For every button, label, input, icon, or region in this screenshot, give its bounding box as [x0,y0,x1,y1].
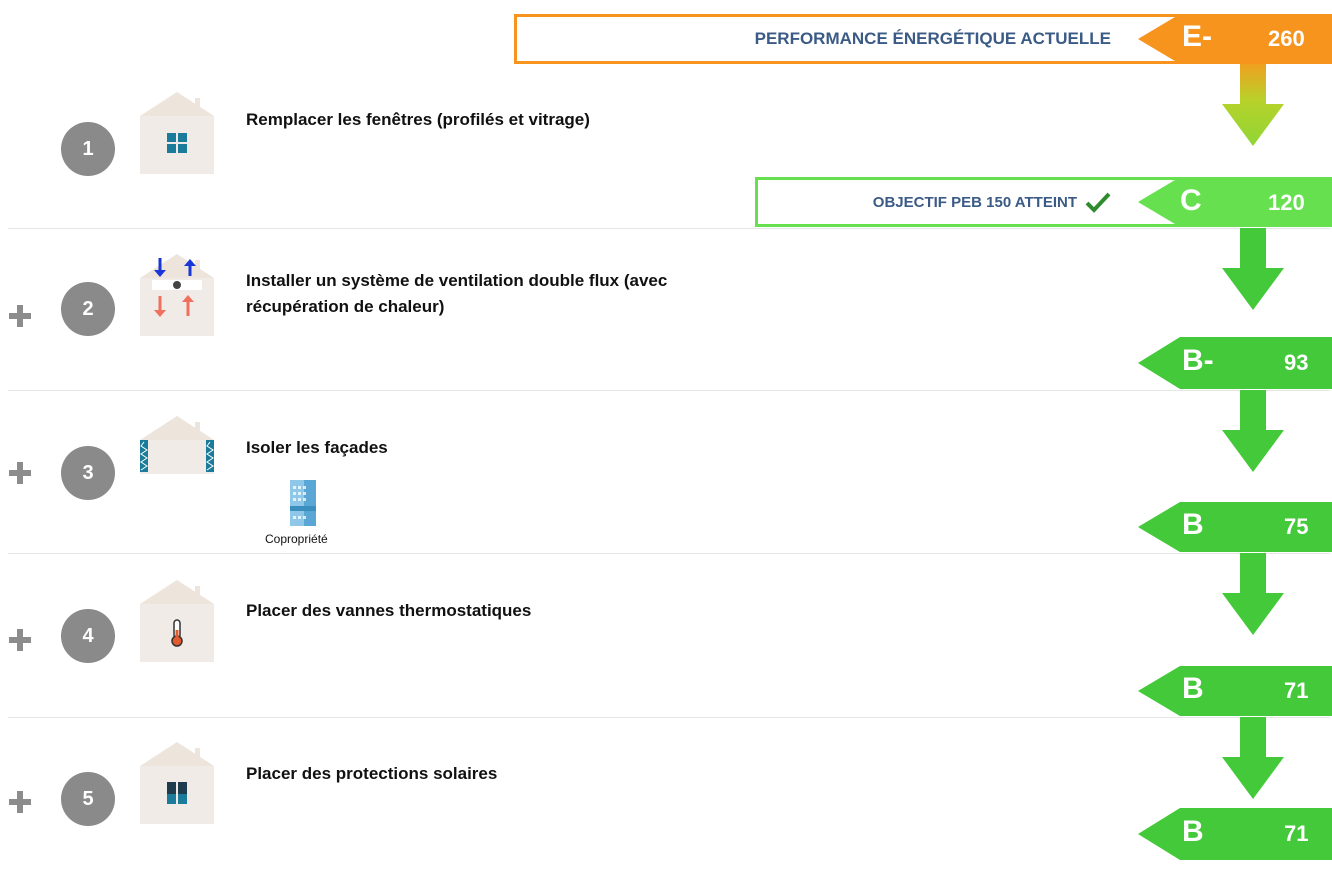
result-grade-value-2: 75 [1284,514,1309,539]
current-performance-label: PERFORMANCE ÉNERGÉTIQUE ACTUELLE [754,29,1111,48]
step-title-1: Remplacer les fenêtres (profilés et vitr… [246,110,590,129]
transition-arrow-1 [1222,64,1284,146]
result-grade-value-4: 71 [1284,821,1309,846]
transition-arrow-2 [1222,228,1284,310]
thermometer-house-icon [140,580,214,662]
divider-2 [8,390,1330,391]
divider-1 [8,228,1330,229]
objective-grade-value: 120 [1268,190,1305,215]
copropriete-label: Copropriété [265,532,328,546]
plus-icon-5 [9,791,31,813]
insulated-house-base [140,472,214,474]
objective-banner: OBJECTIF PEB 150 ATTEINT [755,177,1200,227]
divider-3 [8,553,1330,554]
result-grade-value-3: 71 [1284,678,1309,703]
step-number-5: 5 [61,772,115,826]
step-title-5: Placer des protections solaires [246,764,498,783]
current-performance-banner: PERFORMANCE ÉNERGÉTIQUE ACTUELLE [514,14,1214,64]
objective-grade-letter: C [1180,184,1202,217]
step-title-2-line-2: récupération de chaleur) [246,297,445,316]
shutter-house-icon [140,742,214,824]
plus-icon-4 [9,629,31,651]
ventilation-house-icon [140,254,214,336]
plus-icon-3 [9,462,31,484]
window-house-icon [140,92,214,174]
result-grade-letter-3: B [1182,672,1204,705]
step-title-2: Installer un système de ventilation doub… [246,268,806,320]
result-grade-letter-1: B- [1182,344,1214,377]
objective-label: OBJECTIF PEB 150 ATTEINT [872,193,1077,211]
building-icon [290,480,316,526]
current-grade-value: 260 [1268,26,1305,51]
step-number-3: 3 [61,446,115,500]
transition-arrow-5 [1222,717,1284,799]
step-title-3: Isoler les façades [246,438,388,457]
transition-arrow-4 [1222,553,1284,635]
step-number-1: 1 [61,122,115,176]
step-number-2: 2 [61,282,115,336]
current-grade-letter: E- [1182,20,1212,53]
step-title-4: Placer des vannes thermostatiques [246,601,532,620]
result-grade-letter-2: B [1182,508,1204,541]
result-grade-value-1: 93 [1284,350,1309,375]
step-title-2-line-1: Installer un système de ventilation doub… [246,271,668,290]
divider-4 [8,717,1330,718]
insulated-house-icon [140,416,214,472]
result-grade-letter-4: B [1182,815,1204,848]
check-icon [1085,192,1111,213]
transition-arrow-3 [1222,390,1284,472]
plus-icon-2 [9,305,31,327]
step-number-4: 4 [61,609,115,663]
